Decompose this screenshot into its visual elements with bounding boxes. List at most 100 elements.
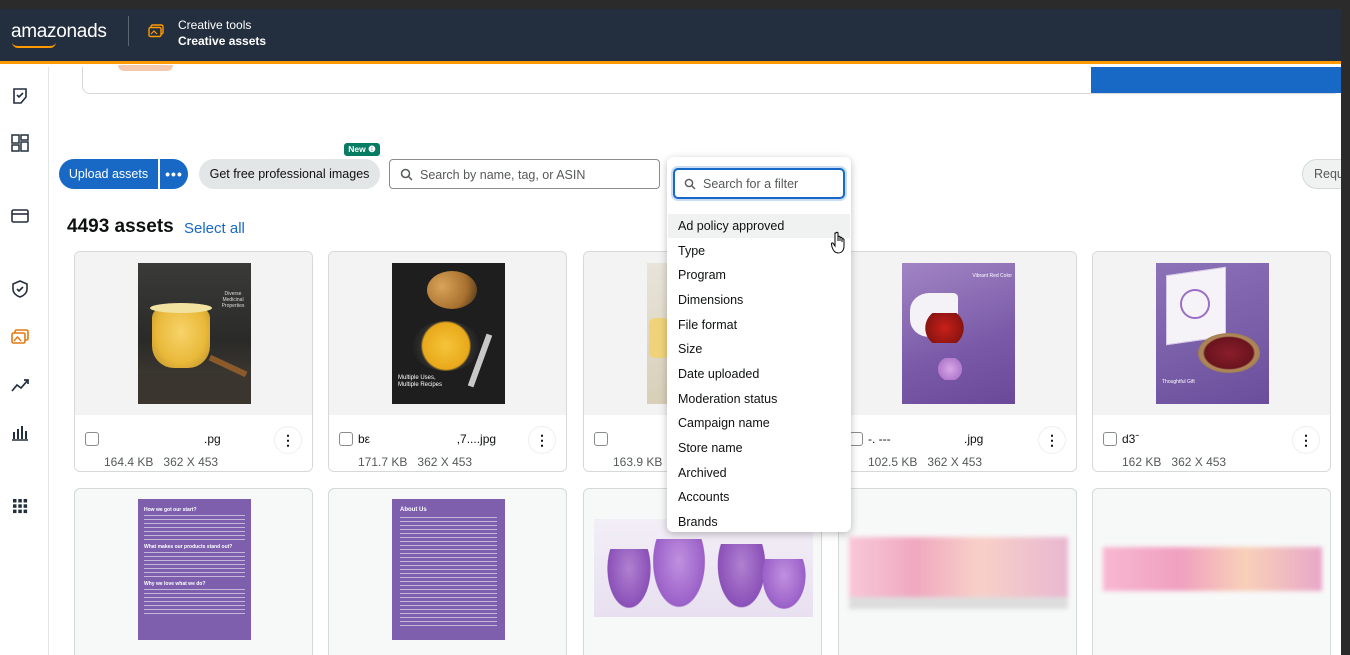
image-caption: Diverse Medicinal Properties <box>221 291 245 309</box>
asset-size: 171.7 KB <box>358 455 408 469</box>
filter-option[interactable]: Store name <box>668 436 850 460</box>
filter-option[interactable]: Campaign name <box>668 411 850 435</box>
hand-cursor-icon <box>831 231 845 254</box>
asset-thumbnail[interactable]: Vibrant Red Color <box>839 252 1076 415</box>
asset-card-footer: -. --- .jpg ⋮ 102.5 KB 362 X 453 <box>839 415 1076 471</box>
asset-card[interactable]: Thoughtful Gift d3ˉ ⋮ 162 KB 362 X 453 <box>1092 251 1331 472</box>
asset-checkbox[interactable] <box>594 432 608 446</box>
asset-card[interactable]: Multiple Uses, Multiple Recipes bε ,7...… <box>328 251 567 472</box>
asset-meta: 162 KB 362 X 453 <box>1122 455 1226 469</box>
asset-dimensions: 362 X 453 <box>1171 455 1227 469</box>
asset-checkbox[interactable] <box>1103 432 1117 446</box>
asset-card-footer: bε ,7....jpg ⋮ 171.7 KB 362 X 453 <box>329 415 566 471</box>
asset-size: 164.4 KB <box>104 455 154 469</box>
asset-dimensions: 362 X 453 <box>417 455 473 469</box>
asset-checkbox[interactable] <box>85 432 99 446</box>
asset-size: 102.5 KB <box>868 455 918 469</box>
get-professional-images-button[interactable]: Get free professional images <box>199 159 380 189</box>
shield-icon[interactable] <box>10 279 30 299</box>
image-heading: About Us <box>400 507 427 513</box>
left-nav-rail <box>0 67 49 655</box>
amazon-ads-logo[interactable]: amazonads <box>11 21 107 43</box>
filter-option[interactable]: Ad policy approved <box>668 214 850 238</box>
image-caption: Thoughtful Gift <box>1162 379 1195 385</box>
select-all-link[interactable]: Select all <box>184 220 245 237</box>
asset-search-input[interactable] <box>420 166 650 184</box>
new-badge: New ❶ <box>344 143 380 156</box>
app-frame: amazonads Creative tools Creative assets <box>0 9 1341 655</box>
search-icon <box>400 168 413 181</box>
asset-card-footer: d3ˉ ⋮ 162 KB 362 X 453 <box>1093 415 1330 471</box>
breadcrumb-current: Creative assets <box>178 34 267 48</box>
filter-option[interactable]: Brands <box>668 510 850 534</box>
filter-option[interactable]: Program <box>668 263 850 287</box>
asset-thumbnail[interactable]: Thoughtful Gift <box>1093 252 1330 415</box>
filter-option[interactable]: Moderation status <box>668 387 850 411</box>
asset-dimensions: 362 X 453 <box>927 455 983 469</box>
asset-menu-button[interactable]: ⋮ <box>1039 427 1065 453</box>
filter-option[interactable]: Date uploaded <box>668 362 850 386</box>
asset-card[interactable]: About Us <box>328 488 567 655</box>
asset-card[interactable] <box>1092 488 1331 655</box>
asset-size: 162 KB <box>1122 455 1162 469</box>
image-caption: Vibrant Red Color <box>972 273 1012 279</box>
filter-search-input[interactable] <box>703 176 838 192</box>
asset-checkbox[interactable] <box>849 432 863 446</box>
bar-chart-icon[interactable] <box>10 422 30 442</box>
top-bar: amazonads Creative tools Creative assets <box>0 9 1341 64</box>
asset-checkbox[interactable] <box>339 432 353 446</box>
promo-banner <box>82 65 1341 94</box>
asset-meta: 171.7 KB 362 X 453 <box>358 455 472 469</box>
asset-menu-button[interactable]: ⋮ <box>275 427 301 453</box>
breadcrumb-parent[interactable]: Creative tools <box>178 17 266 33</box>
asset-image: Vibrant Red Color <box>902 263 1015 404</box>
asset-search <box>389 159 660 189</box>
filter-option[interactable]: Dimensions <box>668 288 850 312</box>
filter-option[interactable]: Size <box>668 337 850 361</box>
creative-assets-icon[interactable] <box>10 327 30 347</box>
asset-card-footer: .pg ⋮ 164.4 KB 362 X 453 <box>75 415 312 471</box>
asset-card[interactable] <box>838 488 1077 655</box>
logo-smile-icon <box>12 42 56 48</box>
image-heading: What makes our products stand out? <box>144 544 233 550</box>
asset-size: 163.9 KB <box>613 455 663 469</box>
asset-dimensions: 362 X 453 <box>163 455 219 469</box>
checklist-icon[interactable] <box>10 86 30 106</box>
filter-option[interactable]: File format <box>668 313 850 337</box>
asset-thumbnail[interactable]: Multiple Uses, Multiple Recipes <box>329 252 566 415</box>
filter-option[interactable]: Type <box>668 239 850 263</box>
asset-filename: d3ˉ <box>1122 432 1140 446</box>
image-heading: How we got our start? <box>144 507 197 513</box>
asset-meta: 102.5 KB 362 X 453 <box>868 455 982 469</box>
asset-image: Multiple Uses, Multiple Recipes <box>392 263 505 404</box>
asset-card[interactable]: How we got our start? What makes our pro… <box>74 488 313 655</box>
asset-card[interactable]: Vibrant Red Color -. --- .jpg ⋮ 102.5 KB… <box>838 251 1077 472</box>
creative-assets-icon <box>148 24 164 38</box>
banner-image <box>1091 67 1341 93</box>
more-actions-button[interactable]: ••• <box>160 159 188 189</box>
asset-menu-button[interactable]: ⋮ <box>529 427 555 453</box>
asset-image: Diverse Medicinal Properties <box>138 263 251 404</box>
asset-thumbnail[interactable]: Diverse Medicinal Properties <box>75 252 312 415</box>
asset-image: Thoughtful Gift <box>1156 263 1269 404</box>
apps-grid-icon[interactable] <box>10 496 30 516</box>
request-button[interactable]: Requ <box>1302 159 1341 189</box>
dashboard-icon[interactable] <box>10 133 30 153</box>
filter-option[interactable]: Accounts <box>668 485 850 509</box>
asset-filename: bε ,7....jpg <box>358 432 497 446</box>
asset-image <box>1103 547 1322 591</box>
asset-menu-button[interactable]: ⋮ <box>1293 427 1319 453</box>
image-heading: Why we love what we do? <box>144 581 206 587</box>
filter-search <box>673 168 845 199</box>
asset-meta: 163.9 KB <box>613 455 662 469</box>
logo-suffix: ads <box>76 21 107 42</box>
asset-filename: -. --- .jpg <box>868 432 984 446</box>
logo-main: amazon <box>11 21 77 42</box>
filter-option[interactable]: Archived <box>668 461 850 485</box>
asset-card[interactable]: Diverse Medicinal Properties .pg ⋮ 164.4… <box>74 251 313 472</box>
upload-assets-button[interactable]: Upload assets <box>59 159 158 189</box>
trend-icon[interactable] <box>10 375 30 395</box>
asset-image: About Us <box>392 499 505 640</box>
search-icon <box>684 178 696 190</box>
wallet-icon[interactable] <box>10 206 30 226</box>
